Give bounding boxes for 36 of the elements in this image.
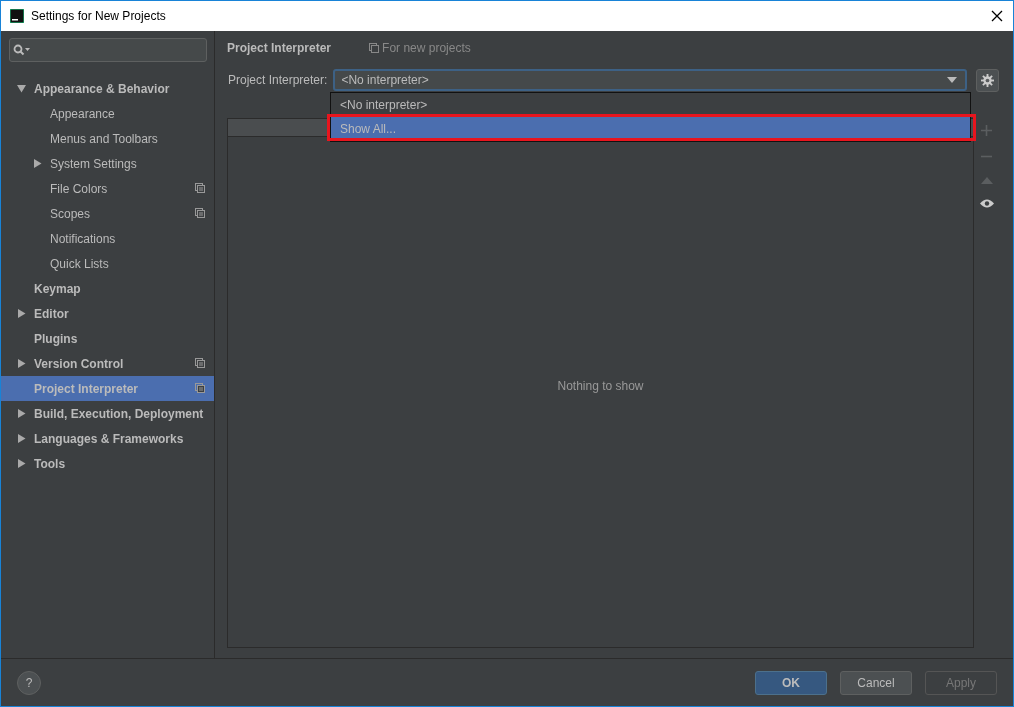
search-field[interactable] (9, 38, 207, 62)
up-arrow-icon[interactable] (980, 177, 993, 184)
tree-item[interactable]: Appearance (1, 101, 214, 126)
empty-message: Nothing to show (557, 379, 644, 393)
tree-item[interactable]: Scopes (1, 201, 214, 226)
eye-icon[interactable] (979, 199, 994, 208)
tree-item[interactable]: Tools (1, 451, 214, 476)
window-title: Settings for New Projects (31, 9, 166, 23)
tree-item[interactable]: File Colors (1, 176, 214, 201)
settings-button[interactable] (976, 68, 999, 92)
dialog-button[interactable]: Cancel (840, 670, 912, 695)
page-title: Project Interpreter (227, 41, 332, 55)
tree-item[interactable]: Keymap (1, 276, 214, 301)
interpreter-label: Project Interpreter: (228, 73, 328, 87)
tree-item[interactable]: Plugins (1, 326, 214, 351)
interpreter-dropdown[interactable]: <No interpreter> (333, 69, 967, 91)
search-icon (13, 44, 31, 56)
tree-item[interactable]: Version Control (1, 351, 214, 376)
tree-item[interactable]: Appearance & Behavior (1, 76, 214, 101)
tree-item[interactable]: Quick Lists (1, 251, 214, 276)
tree-item[interactable]: Notifications (1, 226, 214, 251)
scope-note: For new projects (369, 41, 471, 55)
tree-item[interactable]: Editor (1, 301, 214, 326)
dropdown-option[interactable]: <No interpreter> (331, 93, 970, 117)
tree-item[interactable]: System Settings (1, 151, 214, 176)
app-logo-icon (10, 9, 24, 23)
caret-icon (947, 77, 957, 83)
help-button[interactable]: ? (17, 670, 41, 695)
add-icon[interactable] (981, 125, 992, 136)
dialog-button[interactable]: OK (755, 670, 827, 695)
gear-icon (981, 73, 994, 87)
close-icon[interactable] (991, 10, 1003, 22)
tree-item[interactable]: Languages & Frameworks (1, 426, 214, 451)
copy-icon (369, 43, 380, 53)
tree-item[interactable]: Menus and Toolbars (1, 126, 214, 151)
tree-item[interactable]: Build, Execution, Deployment (1, 401, 214, 426)
